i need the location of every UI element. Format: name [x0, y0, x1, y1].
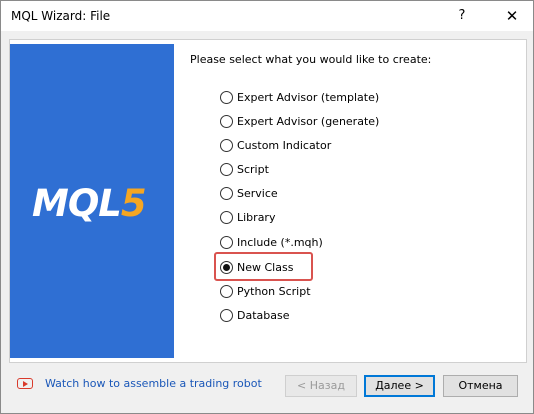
option-label: Include (*.mqh) — [237, 235, 323, 249]
radio-button[interactable] — [220, 284, 233, 298]
back-button[interactable]: < Назад — [285, 375, 357, 397]
option-label: Database — [237, 308, 290, 322]
option-database[interactable]: Database — [220, 306, 390, 324]
option-custom-indicator[interactable]: Custom Indicator — [220, 136, 390, 154]
option-expert-advisor-generate[interactable]: Expert Advisor (generate) — [220, 112, 390, 130]
radio-button[interactable] — [220, 114, 233, 128]
option-library[interactable]: Library — [220, 208, 390, 226]
option-label: Expert Advisor (generate) — [237, 114, 380, 128]
option-label: Service — [237, 186, 278, 200]
wizard-window: MQL Wizard: File ? ✕ MQL5 Please select … — [0, 0, 534, 414]
option-expert-advisor-template[interactable]: Expert Advisor (template) — [220, 88, 390, 106]
selection-highlight — [214, 252, 313, 281]
mql5-logo: MQL5 — [32, 182, 147, 225]
logo-digit: 5 — [120, 182, 147, 225]
option-label: Script — [237, 162, 269, 176]
help-button[interactable]: ? — [447, 5, 477, 27]
prompt-text: Please select what you would like to cre… — [190, 53, 432, 66]
close-button[interactable]: ✕ — [497, 5, 527, 27]
mql5-banner: MQL5 — [10, 44, 174, 358]
option-python-script[interactable]: Python Script — [220, 282, 390, 300]
radio-button[interactable] — [220, 210, 233, 224]
option-include[interactable]: Include (*.mqh) — [220, 233, 390, 251]
next-button[interactable]: Далее > — [364, 375, 435, 397]
option-script[interactable]: Script — [220, 160, 390, 178]
radio-button[interactable] — [220, 138, 233, 152]
cancel-button[interactable]: Отмена — [443, 375, 518, 397]
logo-text: MQL — [32, 182, 122, 225]
radio-button[interactable] — [220, 308, 233, 322]
option-label: Library — [237, 210, 276, 224]
tutorial-link-text[interactable]: Watch how to assemble a trading robot — [45, 377, 262, 390]
radio-button[interactable] — [220, 186, 233, 200]
option-service[interactable]: Service — [220, 184, 390, 202]
option-label: Custom Indicator — [237, 138, 332, 152]
radio-button[interactable] — [220, 235, 233, 249]
title-bar: MQL Wizard: File ? ✕ — [1, 1, 533, 31]
option-label: Python Script — [237, 284, 311, 298]
radio-button[interactable] — [220, 90, 233, 104]
tutorial-link[interactable]: Watch how to assemble a trading robot — [17, 377, 262, 390]
youtube-icon — [17, 378, 33, 389]
wizard-content: MQL5 Please select what you would like t… — [9, 39, 527, 363]
option-label: Expert Advisor (template) — [237, 90, 380, 104]
radio-button[interactable] — [220, 162, 233, 176]
window-title: MQL Wizard: File — [11, 9, 111, 23]
